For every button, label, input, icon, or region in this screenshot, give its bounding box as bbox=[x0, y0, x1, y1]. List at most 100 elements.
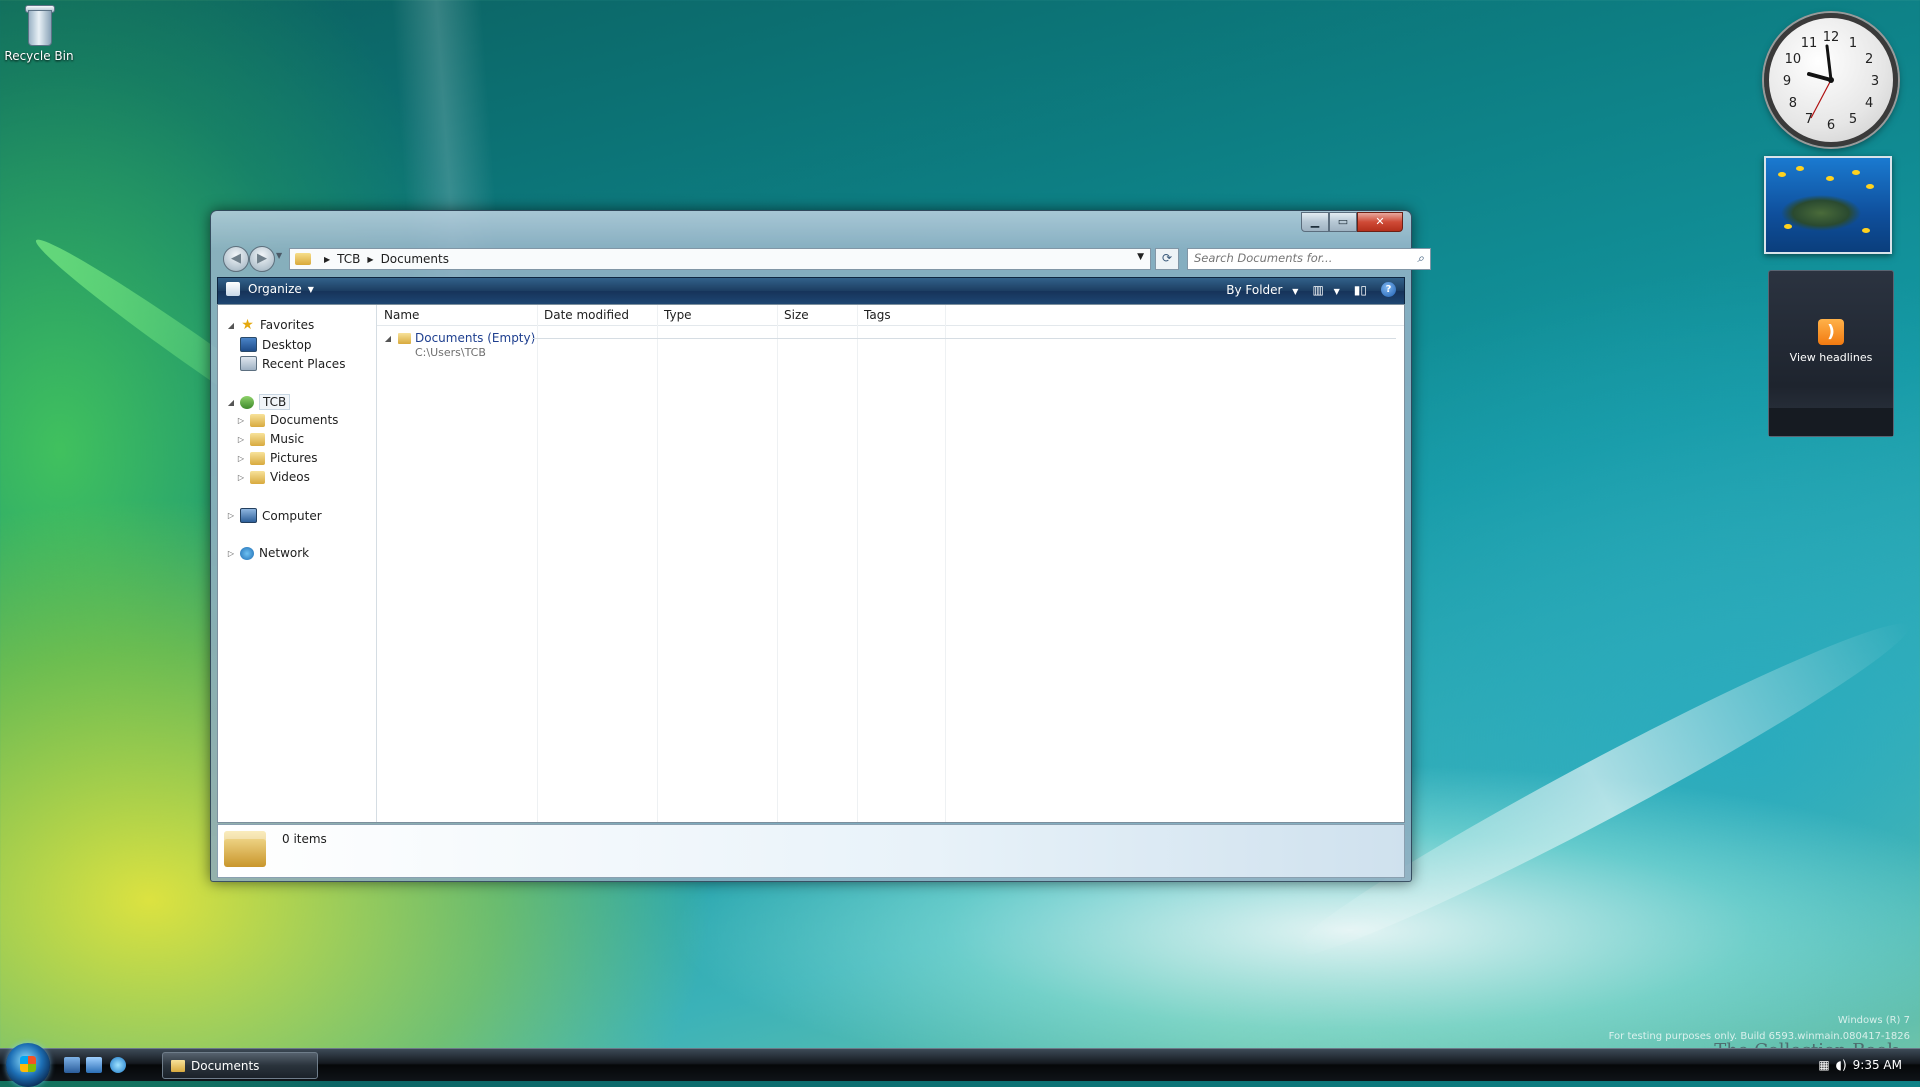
group-divider bbox=[532, 338, 1396, 339]
preview-pane-icon[interactable]: ▮▯ bbox=[1354, 283, 1367, 297]
desktop-icon bbox=[240, 337, 257, 352]
tree-item-user[interactable]: ◢ TCB bbox=[226, 394, 291, 410]
back-button[interactable]: ◀ bbox=[223, 246, 249, 272]
tree-item-documents[interactable]: ▷ Documents bbox=[236, 413, 339, 427]
column-name[interactable]: Name bbox=[384, 308, 419, 322]
clock-numeral: 4 bbox=[1865, 96, 1873, 111]
tree-label: TCB bbox=[259, 394, 291, 410]
tree-item-recent-places[interactable]: Recent Places bbox=[236, 356, 345, 371]
search-icon[interactable]: ⌕ bbox=[1417, 251, 1424, 266]
column-divider[interactable] bbox=[777, 305, 778, 822]
tree-label: Videos bbox=[270, 470, 310, 484]
organize-button[interactable]: Organize ▼ bbox=[226, 282, 314, 296]
expand-icon[interactable]: ◢ bbox=[226, 321, 236, 330]
maximize-button[interactable]: ▭ bbox=[1329, 212, 1357, 232]
search-input[interactable] bbox=[1188, 249, 1404, 267]
show-desktop-icon[interactable] bbox=[64, 1057, 80, 1073]
column-date-modified[interactable]: Date modified bbox=[544, 308, 629, 322]
clock-numeral: 6 bbox=[1827, 118, 1835, 133]
recycle-bin-icon bbox=[22, 2, 56, 46]
organize-label: Organize bbox=[248, 282, 302, 296]
build-watermark-line1: Windows (R) 7 bbox=[1837, 1015, 1910, 1026]
switch-windows-icon[interactable] bbox=[86, 1057, 102, 1073]
tree-item-favorites[interactable]: ◢ ★ Favorites bbox=[226, 318, 314, 333]
minimize-button[interactable]: ▁ bbox=[1301, 212, 1329, 232]
breadcrumb-documents[interactable]: Documents bbox=[381, 252, 449, 266]
computer-icon bbox=[240, 508, 257, 523]
by-folder-label: By Folder bbox=[1226, 282, 1283, 297]
column-divider[interactable] bbox=[857, 305, 858, 822]
start-button[interactable] bbox=[6, 1043, 50, 1087]
tree-item-pictures[interactable]: ▷ Pictures bbox=[236, 451, 318, 465]
views-button[interactable]: ▥ ▼ bbox=[1312, 283, 1339, 297]
expand-icon[interactable]: ◢ bbox=[226, 398, 236, 407]
tree-label: Documents bbox=[270, 413, 339, 427]
breadcrumb-arrow-icon[interactable]: ▶ bbox=[367, 255, 373, 264]
tree-item-videos[interactable]: ▷ Videos bbox=[236, 470, 310, 484]
folder-icon bbox=[171, 1059, 185, 1072]
network-tray-icon[interactable]: ▦ bbox=[1818, 1058, 1829, 1072]
chevron-down-icon: ▼ bbox=[1292, 286, 1299, 296]
tree-label: Computer bbox=[262, 508, 322, 523]
tree-label: Music bbox=[270, 432, 305, 446]
expand-icon[interactable]: ▷ bbox=[236, 473, 246, 482]
internet-explorer-icon[interactable] bbox=[110, 1057, 126, 1073]
explorer-window[interactable]: ▁ ▭ ✕ ◀ ▶ ▼ ▶ TCB ▶ Documents ▼ ⟳ ⌕ Orga… bbox=[210, 210, 1431, 882]
tree-item-computer[interactable]: ▷ Computer bbox=[226, 508, 322, 523]
collapse-icon[interactable]: ◢ bbox=[383, 334, 393, 343]
recent-pages-dropdown-icon[interactable]: ▼ bbox=[276, 251, 282, 260]
forward-button[interactable]: ▶ bbox=[249, 246, 275, 272]
column-divider[interactable] bbox=[945, 305, 946, 822]
file-list[interactable]: Name Date modified Type Size Tags ◢ Docu… bbox=[377, 305, 1404, 822]
recycle-bin-label: Recycle Bin bbox=[4, 49, 74, 63]
clock-numeral: 3 bbox=[1871, 74, 1879, 89]
by-folder-button[interactable]: By Folder ▼ bbox=[1226, 283, 1298, 297]
expand-icon[interactable]: ▷ bbox=[236, 454, 246, 463]
column-divider[interactable] bbox=[537, 305, 538, 822]
clock-numeral: 11 bbox=[1801, 36, 1818, 51]
group-path: C:\Users\TCB bbox=[415, 346, 486, 359]
chevron-down-icon: ▼ bbox=[307, 284, 314, 294]
slideshow-gadget[interactable] bbox=[1764, 156, 1892, 254]
tree-label: Pictures bbox=[270, 451, 318, 465]
clock-numeral: 5 bbox=[1849, 112, 1857, 127]
group-label: Documents (Empty) bbox=[415, 331, 536, 345]
folder-icon bbox=[398, 332, 411, 344]
expand-icon[interactable]: ▷ bbox=[236, 416, 246, 425]
expand-icon[interactable]: ▷ bbox=[226, 549, 236, 558]
user-folder-icon bbox=[240, 395, 254, 409]
clock-time[interactable]: 9:35 AM bbox=[1853, 1058, 1902, 1072]
feed-headlines-gadget[interactable]: ) View headlines bbox=[1768, 270, 1894, 437]
tree-item-music[interactable]: ▷ Music bbox=[236, 432, 304, 446]
folder-icon bbox=[250, 413, 265, 427]
chevron-down-icon: ▼ bbox=[1333, 286, 1340, 296]
details-pane: 0 items bbox=[217, 824, 1405, 878]
tree-item-network[interactable]: ▷ Network bbox=[226, 546, 309, 560]
expand-icon[interactable]: ▷ bbox=[226, 511, 236, 520]
network-icon bbox=[240, 546, 254, 560]
folder-icon bbox=[250, 432, 265, 446]
recycle-bin[interactable]: Recycle Bin bbox=[4, 2, 74, 63]
group-header[interactable]: ◢ Documents (Empty) bbox=[383, 331, 535, 345]
tree-item-desktop[interactable]: Desktop bbox=[236, 337, 312, 352]
column-tags[interactable]: Tags bbox=[864, 308, 891, 322]
volume-tray-icon[interactable]: ◖) bbox=[1836, 1058, 1847, 1072]
address-bar[interactable]: ▶ TCB ▶ Documents ▼ bbox=[289, 248, 1151, 270]
expand-icon[interactable]: ▷ bbox=[236, 435, 246, 444]
taskbar-item-documents[interactable]: Documents bbox=[162, 1052, 318, 1079]
close-button[interactable]: ✕ bbox=[1357, 212, 1403, 232]
clock-numeral: 9 bbox=[1783, 74, 1791, 89]
help-icon[interactable]: ? bbox=[1381, 282, 1396, 297]
command-bar: Organize ▼ By Folder ▼ ▥ ▼ ▮▯ ? bbox=[217, 277, 1405, 305]
refresh-button[interactable]: ⟳ bbox=[1155, 248, 1179, 270]
clock-gadget[interactable]: 12 1 2 3 4 5 6 7 8 9 10 11 bbox=[1764, 13, 1898, 147]
address-dropdown-icon[interactable]: ▼ bbox=[1137, 252, 1144, 262]
column-divider[interactable] bbox=[657, 305, 658, 822]
column-type[interactable]: Type bbox=[664, 308, 692, 322]
windows-logo-icon bbox=[20, 1056, 36, 1072]
search-box[interactable]: ⌕ bbox=[1187, 248, 1431, 270]
breadcrumb-user[interactable]: TCB bbox=[337, 252, 360, 266]
taskbar: Documents ▦ ◖) 9:35 AM bbox=[0, 1043, 1920, 1087]
breadcrumb-arrow-icon[interactable]: ▶ bbox=[324, 255, 330, 264]
column-size[interactable]: Size bbox=[784, 308, 809, 322]
